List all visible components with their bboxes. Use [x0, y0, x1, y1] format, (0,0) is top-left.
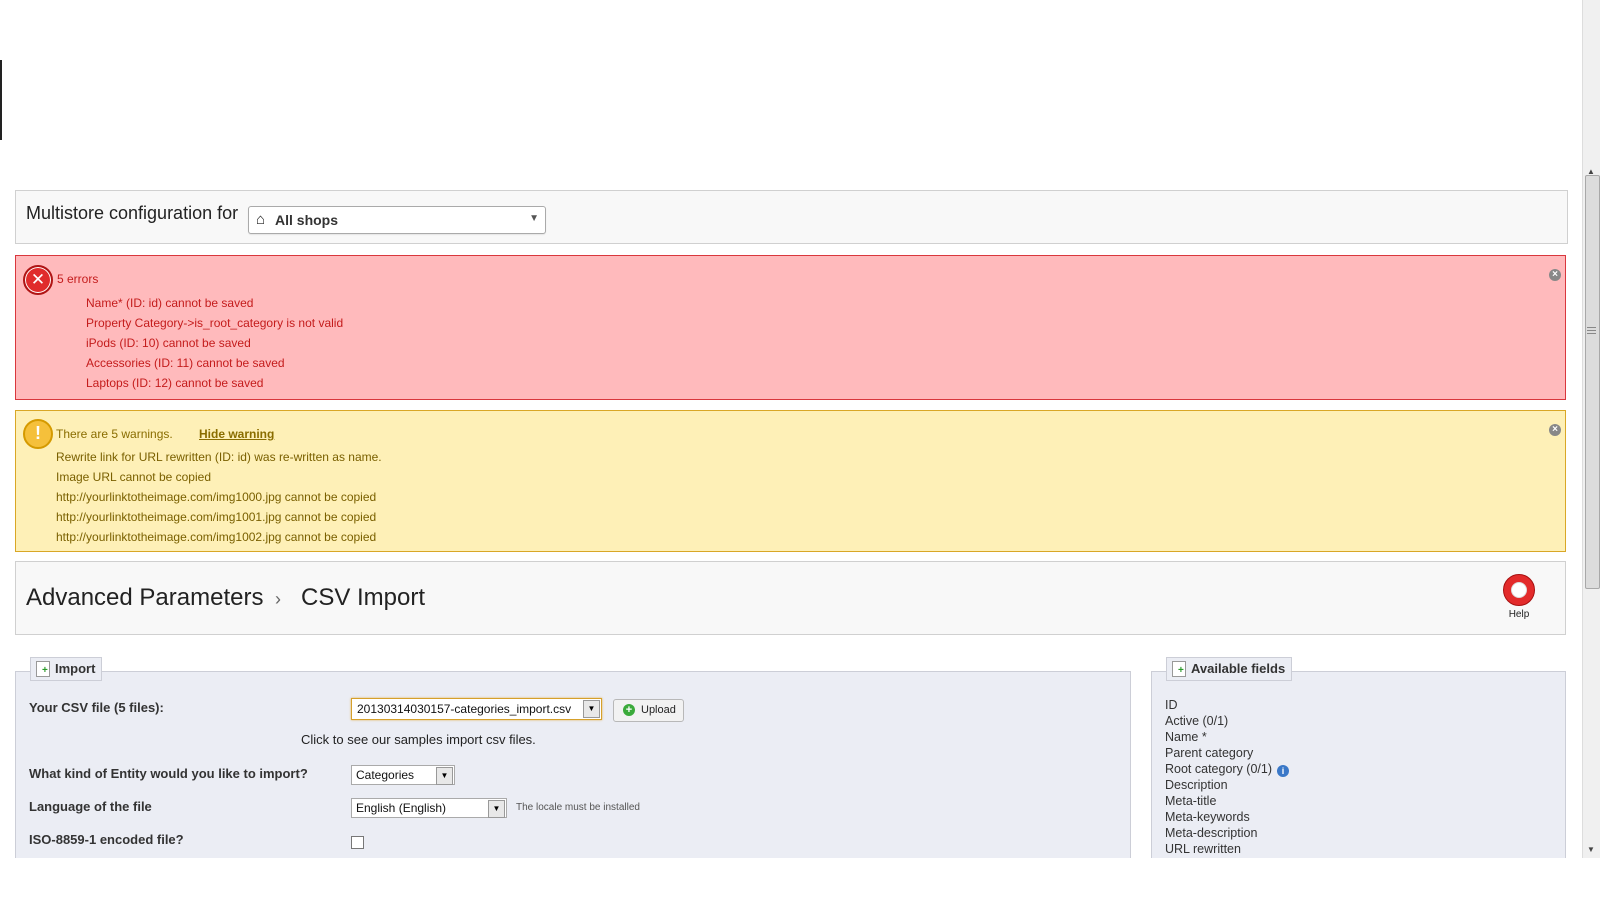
list-item: Description: [1165, 778, 1228, 792]
home-icon: ⌂: [256, 211, 266, 228]
entity-value: Categories: [356, 768, 415, 782]
list-item: Meta-title: [1165, 794, 1217, 808]
list-item: URL rewritten: [1165, 842, 1241, 856]
close-icon[interactable]: ×: [1549, 424, 1561, 436]
grip-icon: [1587, 327, 1596, 337]
language-value: English (English): [356, 801, 447, 815]
help-label: Help: [1508, 609, 1530, 620]
warning-item: Rewrite link for URL rewritten (ID: id) …: [56, 450, 382, 464]
page-title: CSV Import: [301, 584, 426, 611]
warning-alert: ! There are 5 warnings. Hide warning Rew…: [15, 410, 1566, 552]
list-item: Root category (0/1) i: [1165, 761, 1289, 777]
list-item-label: Root category (0/1): [1165, 762, 1272, 776]
list-item: Active (0/1): [1165, 714, 1229, 728]
warning-item: http://yourlinktotheimage.com/img1002.jp…: [56, 530, 377, 544]
available-fields-list: ID Active (0/1) Name * Parent category R…: [1165, 697, 1289, 857]
iso-label: ISO-8859-1 encoded file?: [29, 832, 184, 847]
locale-note: The locale must be installed: [516, 802, 640, 813]
chevron-down-icon: ▼: [529, 213, 539, 224]
scrollbar-thumb[interactable]: [1585, 175, 1600, 589]
chevron-down-icon: ▼: [583, 700, 600, 718]
warning-title: There are 5 warnings.: [56, 427, 173, 441]
warning-icon: !: [23, 419, 53, 449]
import-legend-label: Import: [55, 661, 96, 676]
available-fields-legend: Available fields: [1166, 657, 1293, 681]
import-legend: Import: [30, 657, 103, 681]
import-fieldset: Import Your CSV file (5 files): 20130314…: [15, 657, 1131, 862]
list-item: Name *: [1165, 730, 1207, 744]
list-item: Meta-description: [1165, 826, 1258, 840]
error-item: Name* (ID: id) cannot be saved: [86, 296, 254, 310]
iso-checkbox[interactable]: [351, 836, 364, 849]
multistore-bar: Multistore configuration for ⌂ All shops…: [15, 190, 1568, 244]
breadcrumb-separator-icon: ›: [275, 589, 281, 609]
error-item: Property Category->is_root_category is n…: [86, 316, 344, 330]
list-item: Meta-keywords: [1165, 810, 1250, 824]
plus-icon: +: [623, 704, 635, 716]
list-item: ID: [1165, 698, 1178, 712]
hide-warning-link[interactable]: Hide warning: [199, 427, 274, 441]
warning-item: http://yourlinktotheimage.com/img1001.jp…: [56, 510, 377, 524]
language-select[interactable]: English (English) ▼: [351, 798, 507, 818]
error-item: Laptops (ID: 12) cannot be saved: [86, 376, 264, 390]
info-icon[interactable]: i: [1277, 765, 1289, 777]
language-label: Language of the file: [29, 799, 152, 814]
csv-file-label: Your CSV file (5 files):: [29, 700, 164, 715]
csv-file-value: 20130314030157-categories_import.csv: [357, 702, 572, 716]
error-item: iPods (ID: 10) cannot be saved: [86, 336, 251, 350]
entity-select[interactable]: Categories ▼: [351, 765, 455, 785]
help-button[interactable]: Help: [1499, 574, 1539, 622]
top-blank-area: [0, 0, 1600, 185]
chevron-down-icon: ▼: [488, 800, 505, 818]
add-file-icon: [36, 661, 50, 677]
page-header: Advanced Parameters › CSV Import Help: [15, 561, 1566, 635]
viewport-bottom: [0, 858, 1582, 900]
chevron-down-icon: ▼: [436, 767, 453, 785]
entity-label: What kind of Entity would you like to im…: [29, 766, 308, 781]
shop-select[interactable]: ⌂ All shops ▼: [248, 206, 546, 234]
close-icon[interactable]: ×: [1549, 269, 1561, 281]
samples-link[interactable]: Click to see our samples import csv file…: [301, 732, 536, 747]
error-alert: ✕ 5 errors Name* (ID: id) cannot be save…: [15, 255, 1566, 400]
upload-label: Upload: [641, 704, 676, 716]
error-title: 5 errors: [57, 272, 99, 286]
warning-list: Rewrite link for URL rewritten (ID: id) …: [56, 447, 382, 547]
error-item: Accessories (ID: 11) cannot be saved: [86, 356, 285, 370]
error-list: Name* (ID: id) cannot be saved Property …: [86, 293, 343, 393]
available-fields-legend-label: Available fields: [1191, 661, 1286, 676]
warning-item: http://yourlinktotheimage.com/img1000.jp…: [56, 490, 377, 504]
scroll-down-icon[interactable]: ▼: [1586, 846, 1596, 854]
add-file-icon: [1172, 661, 1186, 677]
multistore-label: Multistore configuration for: [26, 203, 239, 223]
warning-item: Image URL cannot be copied: [56, 470, 211, 484]
breadcrumb-parent[interactable]: Advanced Parameters: [26, 584, 263, 612]
csv-file-select[interactable]: 20130314030157-categories_import.csv ▼: [351, 698, 602, 720]
error-icon: ✕: [23, 265, 53, 295]
window-edge: [0, 60, 2, 140]
available-fields-fieldset: Available fields ID Active (0/1) Name * …: [1151, 657, 1566, 862]
shop-select-value: All shops: [275, 212, 339, 228]
lifebuoy-icon: [1503, 574, 1535, 606]
upload-button[interactable]: + Upload: [613, 699, 684, 722]
list-item: Parent category: [1165, 746, 1254, 760]
